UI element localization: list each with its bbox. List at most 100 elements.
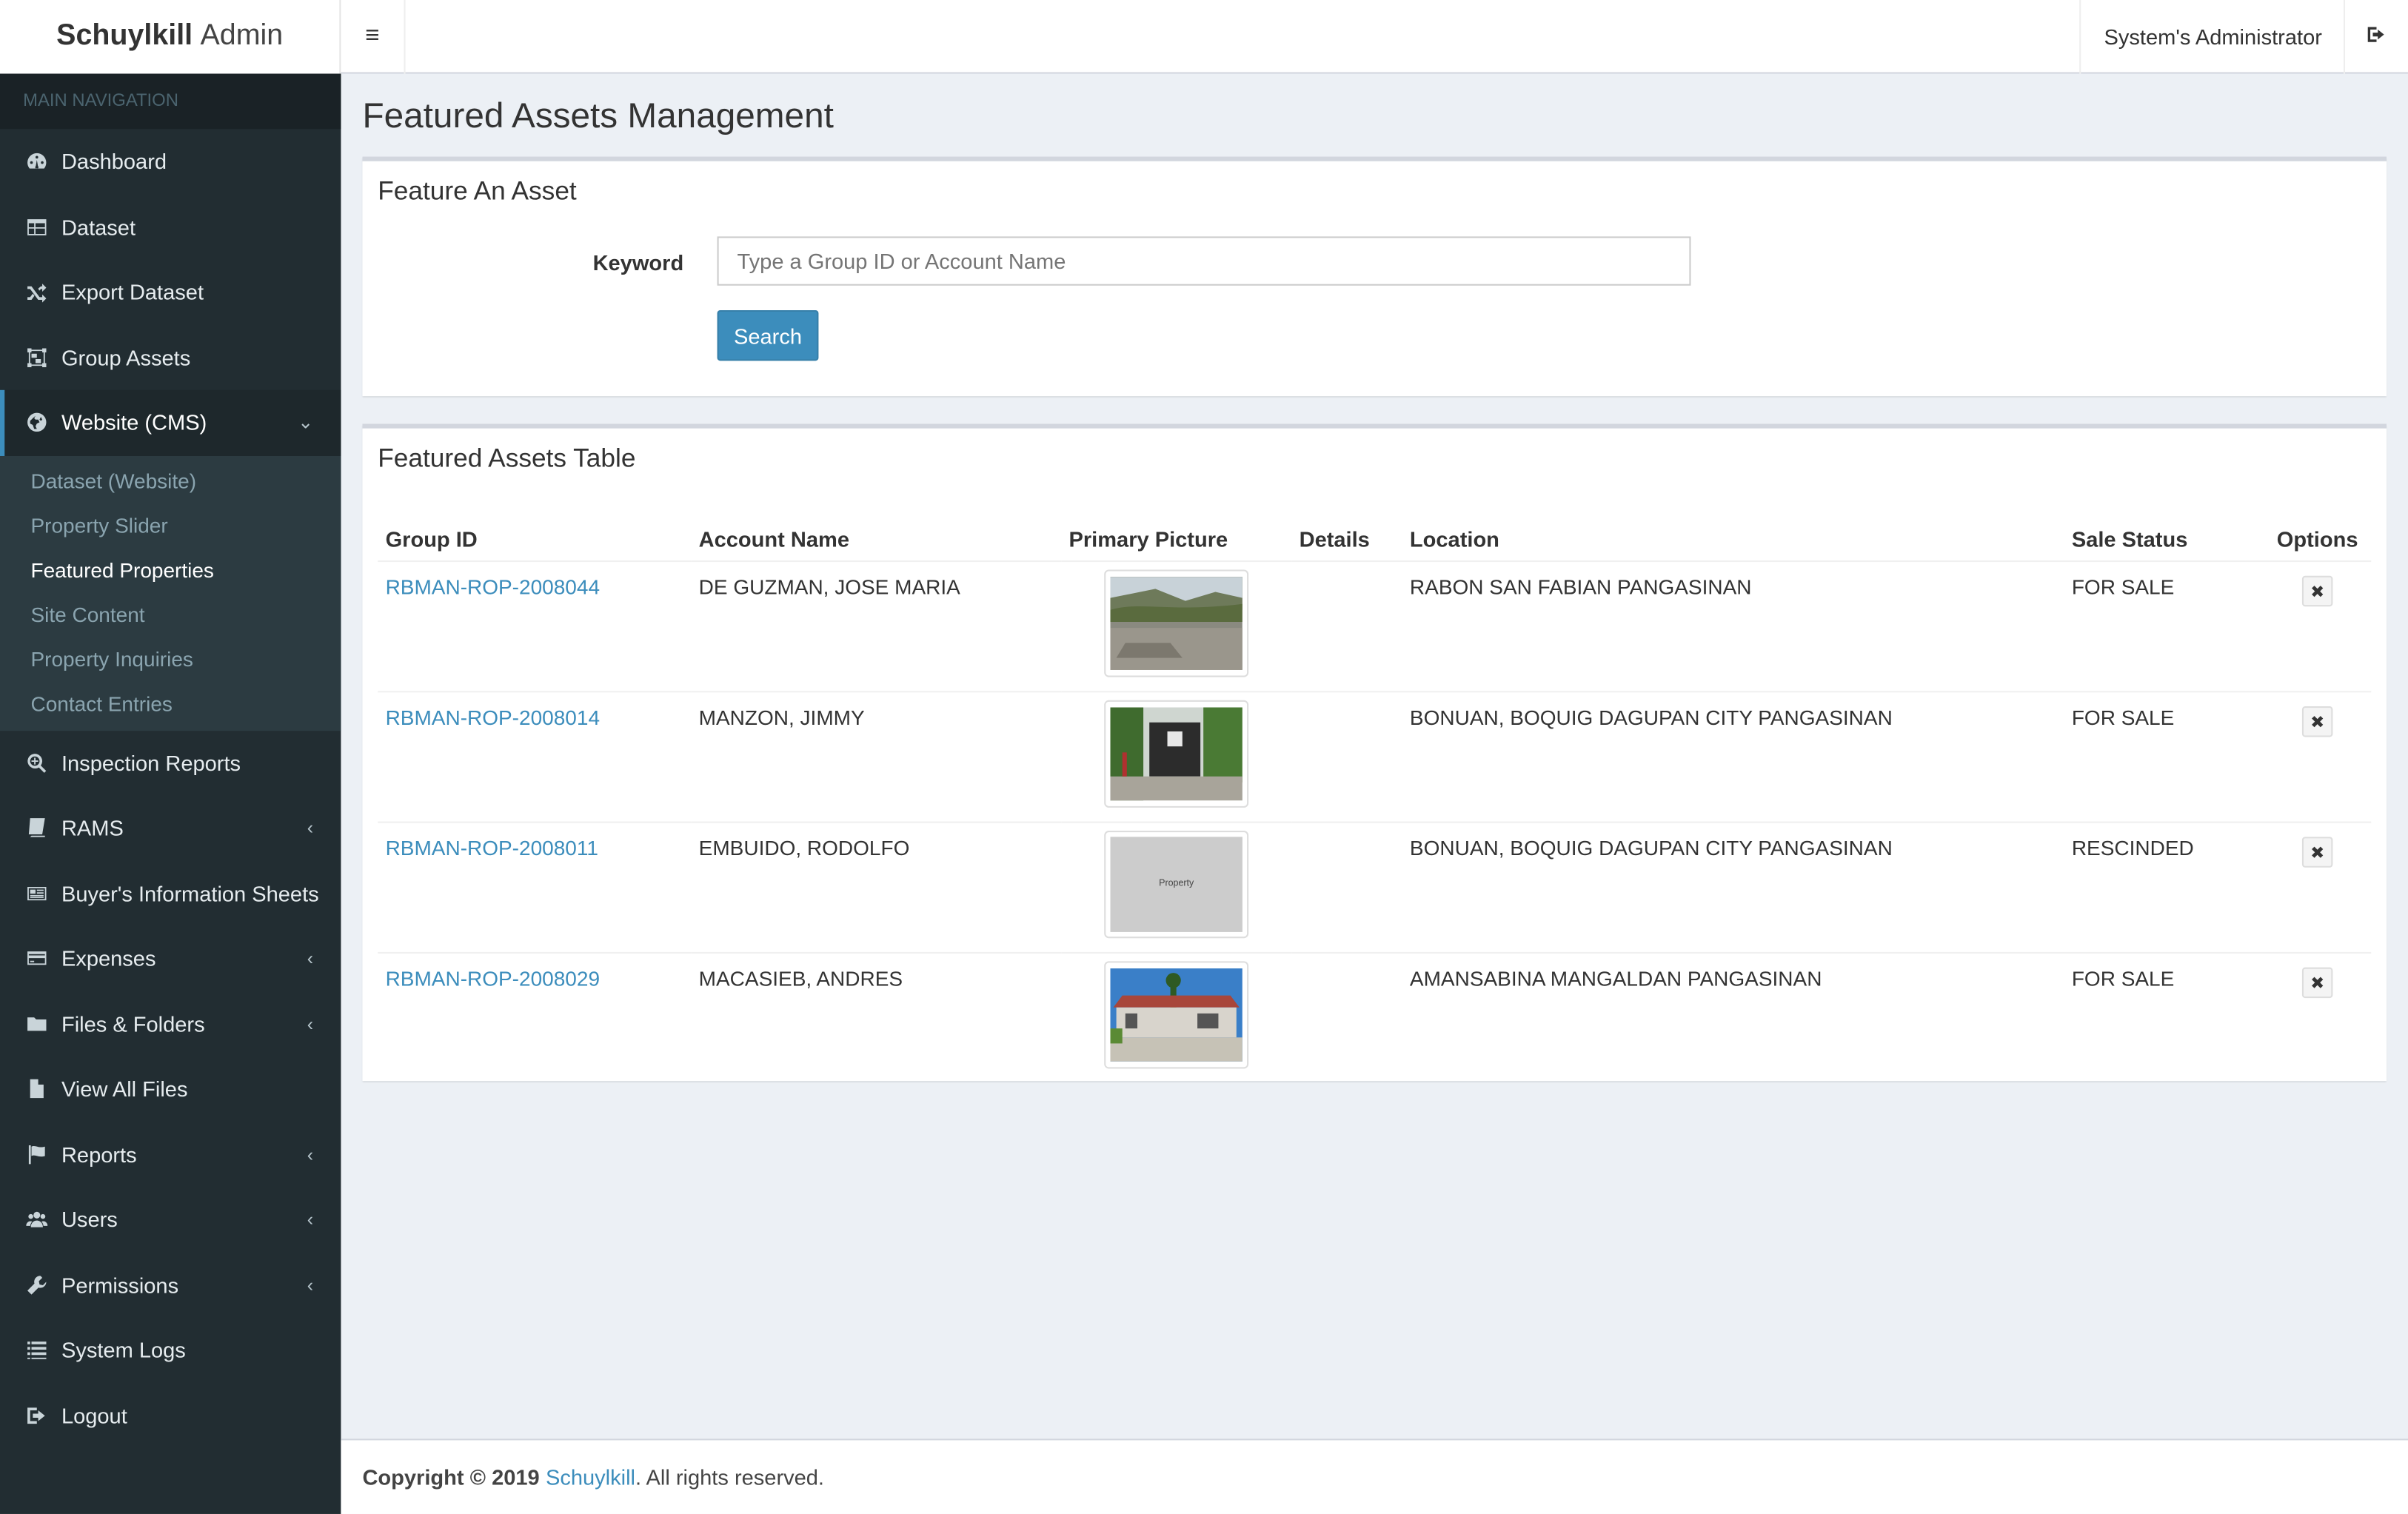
sidebar-item-files-folders[interactable]: Files & Folders ‹ [0,991,341,1056]
sidebar-item-label: Logout [61,1403,127,1428]
sidebar-item-expenses[interactable]: Expenses ‹ [0,926,341,991]
brand-logo[interactable]: Schuylkill Admin [0,0,341,74]
flag-icon [26,1144,47,1165]
primary-picture[interactable] [1104,569,1249,677]
sidebar-item-view-all-files[interactable]: View All Files [0,1056,341,1122]
newspaper-icon [26,882,47,904]
sidebar-item-reports[interactable]: Reports ‹ [0,1122,341,1187]
copyright-prefix: Copyright © 2019 [362,1464,540,1490]
search-button[interactable]: Search [717,309,819,361]
footer-brand-link[interactable]: Schuylkill [546,1465,635,1490]
sidebar-item-label: Group Assets [61,345,191,370]
page-title: Featured Assets Management [362,95,834,135]
sidebar-item-users[interactable]: Users ‹ [0,1187,341,1252]
brand-light: Admin [200,19,284,53]
column-header: Sale Status [2064,505,2264,563]
group-id-link[interactable]: RBMAN-ROP-2008014 [386,706,600,729]
top-navbar: ≡ System's Administrator [341,0,2408,74]
sidebar-item-system-logs[interactable]: System Logs [0,1317,341,1382]
group-id-link[interactable]: RBMAN-ROP-2008044 [386,576,600,599]
chevron-left-icon: ‹ [307,1143,314,1165]
shuffle-icon [26,281,47,304]
sidebar-item-rams[interactable]: RAMS ‹ [0,795,341,860]
cms-submenu: Dataset (Website) Property Slider Featur… [0,455,341,731]
submenu-item-property-slider[interactable]: Property Slider [0,503,341,547]
credit-card-icon [26,948,47,969]
chevron-left-icon: ‹ [307,1208,314,1230]
sidebar-item-permissions[interactable]: Permissions ‹ [0,1252,341,1317]
sidebar-item-label: System Logs [61,1337,186,1363]
sidebar-item-group-assets[interactable]: Group Assets [0,325,341,390]
remove-button[interactable]: ✖ [2301,967,2333,999]
column-header: Account Name [691,505,1062,563]
submenu-item-site-content[interactable]: Site Content [0,592,341,637]
account-name: DE GUZMAN, JOSE MARIA [691,560,1062,692]
sale-status: FOR SALE [2064,691,2264,823]
signout-button[interactable] [2343,0,2408,74]
sidebar-item-inspection-reports[interactable]: Inspection Reports [0,730,341,795]
group-id-link[interactable]: RBMAN-ROP-2008011 [386,837,598,860]
table-row: RBMAN-ROP-2008014 MANZON, JIMMY BONUAN, … [378,691,2372,823]
keyword-input[interactable] [717,236,1691,286]
list-icon [26,1339,47,1361]
book-icon [26,817,47,839]
table-header-row: Group ID Account Name Primary Picture De… [378,505,2372,563]
box-title: Feature An Asset [378,176,577,206]
file-icon [26,1078,47,1099]
details-cell [1291,560,1402,692]
sidebar-toggle-button[interactable]: ≡ [341,0,406,74]
brand-bold: Schuylkill [56,19,193,53]
sidebar-item-website-cms[interactable]: Website (CMS) ⌄ [0,389,341,455]
globe-icon [26,412,47,433]
chevron-left-icon: ‹ [307,817,314,839]
location: BONUAN, BOQUIG DAGUPAN CITY PANGASINAN [1402,691,2064,823]
remove-button[interactable]: ✖ [2301,837,2333,868]
submenu-item-dataset-website[interactable]: Dataset (Website) [0,458,341,503]
content-wrapper: Featured Assets Management Feature An As… [341,74,2408,1439]
hamburger-icon: ≡ [365,23,380,50]
chevron-left-icon: ‹ [307,948,314,970]
keyword-label: Keyword [592,250,684,275]
details-cell [1291,691,1402,823]
folder-icon [26,1013,47,1034]
sidebar-item-label: Dataset [61,214,136,240]
sidebar-item-dashboard[interactable]: Dashboard [0,129,341,194]
box-title: Featured Assets Table [378,443,636,473]
primary-picture[interactable] [1104,700,1249,808]
group-id-link[interactable]: RBMAN-ROP-2008029 [386,968,600,991]
primary-picture[interactable] [1104,961,1249,1069]
sale-status: FOR SALE [2064,560,2264,692]
sidebar-item-export-dataset[interactable]: Export Dataset [0,260,341,325]
sidebar-item-label: Permissions [61,1272,179,1298]
sidebar-item-label: Buyer's Information Sheets [61,880,319,906]
column-header: Location [1402,505,2064,563]
remove-button[interactable]: ✖ [2301,706,2333,737]
remove-button[interactable]: ✖ [2301,575,2333,607]
column-header: Options [2264,505,2372,563]
sale-status: FOR SALE [2064,951,2264,1083]
location: RABON SAN FABIAN PANGASINAN [1402,560,2064,692]
submenu-item-contact-entries[interactable]: Contact Entries [0,681,341,726]
table-row: RBMAN-ROP-2008011 EMBUIDO, RODOLFO Prope… [378,821,2372,953]
land-photo [1110,577,1243,670]
user-menu[interactable]: System's Administrator [2079,0,2345,74]
close-icon: ✖ [2310,974,2325,993]
sidebar: Schuylkill Admin MAIN NAVIGATION Dashboa… [0,0,341,1514]
sidebar-item-label: Dashboard [61,149,167,174]
sidebar-item-label: RAMS [61,815,124,840]
sidebar-item-label: Files & Folders [61,1011,205,1036]
sign-out-icon [26,1404,47,1426]
account-name: MACASIEB, ANDRES [691,951,1062,1083]
submenu-item-featured-properties[interactable]: Featured Properties [0,547,341,592]
dashboard-icon [26,151,47,172]
sidebar-item-label: Website (CMS) [61,410,207,435]
sidebar-item-dataset[interactable]: Dataset [0,194,341,259]
sidebar-item-label: View All Files [61,1076,188,1102]
users-icon [26,1209,48,1230]
nav-header: MAIN NAVIGATION [0,73,341,130]
submenu-item-property-inquiries[interactable]: Property Inquiries [0,637,341,681]
primary-picture[interactable]: Property [1104,831,1249,939]
sidebar-item-logout[interactable]: Logout [0,1383,341,1448]
sidebar-item-buyers-information-sheets[interactable]: Buyer's Information Sheets [0,860,341,925]
close-icon: ✖ [2310,713,2325,732]
